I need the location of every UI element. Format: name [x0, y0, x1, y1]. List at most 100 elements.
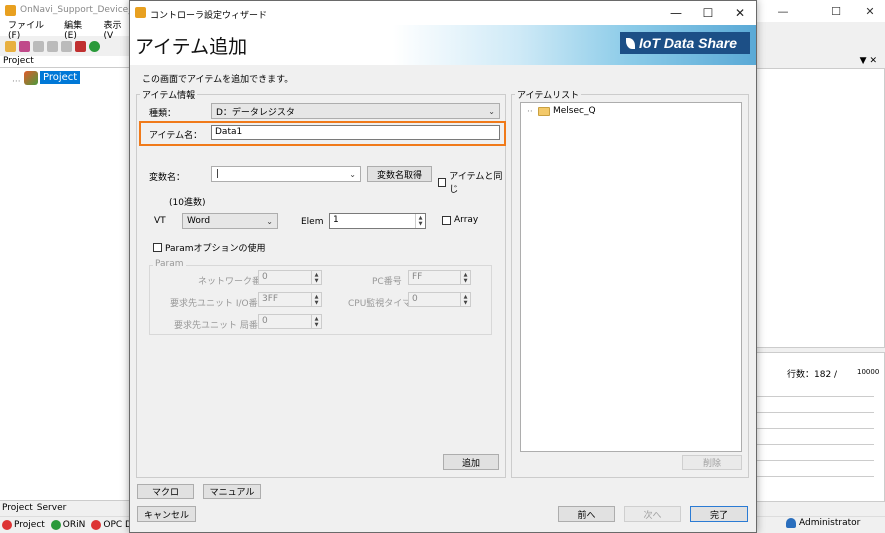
checkbox-box [153, 243, 162, 252]
user-indicator: Administrator [786, 518, 860, 528]
tab-project[interactable]: Project [2, 503, 33, 513]
leaf-icon [626, 37, 635, 49]
add-icon[interactable] [75, 40, 86, 52]
manual-button[interactable]: マニュアル [203, 484, 261, 499]
right-panel [756, 68, 885, 348]
req-unit-station-label: 要求先ユニット 局番号 [174, 321, 267, 331]
checkbox-box [442, 215, 451, 225]
same-as-item-checkbox[interactable]: アイテムと同じ [438, 169, 505, 195]
tab-server[interactable]: Server [37, 503, 67, 513]
dialog-title-bar: コントローラ設定ウィザード — ☐ ✕ [130, 1, 756, 25]
param-group: Param ネットワーク番号 0 ▲ ▼ PC番号 FF ▲ ▼ 要求先ユニット I/O… [149, 259, 492, 335]
pc-no-stepper[interactable]: FF ▲ ▼ [408, 270, 471, 285]
chevron-down-icon: ⌄ [349, 169, 356, 179]
vt-select[interactable]: Word ⌄ [182, 213, 278, 229]
group-label: アイテムリスト [515, 88, 582, 101]
grid-line [756, 412, 874, 413]
list-item[interactable]: Melsec_Q [553, 106, 596, 116]
tree-item-project[interactable]: Project [40, 71, 81, 84]
error-icon [2, 520, 12, 530]
cancel-button[interactable]: キャンセル [137, 506, 196, 522]
close-icon[interactable]: ✕ [855, 0, 885, 22]
param-group-label: Param [153, 259, 186, 269]
controller-settings-dialog: コントローラ設定ウィザード — ☐ ✕ アイテム追加 IoT Data Shar… [129, 0, 757, 533]
item-list[interactable]: ·· Melsec_Q [520, 102, 742, 452]
row-count-label: 行数：182 / [787, 370, 838, 380]
req-unit-station-stepper[interactable]: 0 ▲ ▼ [258, 314, 322, 329]
item-name-label: アイテム名： [149, 131, 203, 141]
finish-button[interactable]: 完了 [690, 506, 748, 522]
tree-connector: ··· [12, 77, 21, 87]
get-var-name-button[interactable]: 変数名取得 [367, 166, 432, 182]
next-button[interactable]: 次へ [624, 506, 681, 522]
elem-label: Elem [301, 217, 324, 227]
item-list-group: アイテムリスト ·· Melsec_Q 削除 [511, 88, 749, 478]
grid-line [756, 476, 874, 477]
ok-icon [50, 520, 61, 530]
brand-logo: IoT Data Share [620, 32, 750, 54]
minimize-icon[interactable]: — [661, 1, 691, 25]
type-label: 種類： [149, 109, 177, 119]
checkbox-box [438, 177, 447, 187]
type-select[interactable]: D：データレジスタ ⌄ [211, 103, 500, 119]
maximize-icon[interactable]: ☐ [821, 0, 851, 22]
var-name-combo[interactable]: | ⌄ [211, 166, 361, 182]
spin-arrows-icon[interactable]: ▲ ▼ [415, 214, 425, 228]
dialog-title: コントローラ設定ウィザード [150, 11, 268, 21]
app-toolbar [0, 37, 130, 55]
spin-arrows-icon: ▲ ▼ [311, 315, 321, 328]
minimize-icon[interactable]: — [768, 0, 798, 22]
run-icon[interactable] [89, 40, 100, 52]
grid-line [756, 396, 874, 397]
open-icon[interactable] [5, 40, 16, 52]
spin-arrows-icon: ▲ ▼ [460, 293, 470, 306]
grid-line [756, 444, 874, 445]
macro-button[interactable]: マクロ [137, 484, 194, 499]
app-icon [5, 5, 16, 16]
tree-connector: ·· [527, 107, 533, 117]
delete-button[interactable]: 削除 [682, 455, 742, 470]
delete-icon[interactable] [61, 40, 72, 52]
cpu-timer-label: CPU監視タイマ [348, 299, 412, 309]
copy-icon[interactable] [33, 40, 44, 52]
maximize-icon[interactable]: ☐ [693, 1, 723, 25]
folder-icon [538, 107, 550, 116]
project-panel-header: Project [0, 56, 130, 68]
project-tree: ··· Project [0, 68, 130, 500]
panel-tabs: Project Server [0, 500, 130, 514]
vt-label: VT [154, 216, 166, 226]
close-icon[interactable]: ✕ [725, 1, 755, 25]
add-button[interactable]: 追加 [443, 454, 499, 470]
cpu-timer-stepper[interactable]: 0 ▲ ▼ [408, 292, 471, 307]
chevron-down-icon: ⌄ [266, 216, 273, 226]
network-no-stepper[interactable]: 0 ▲ ▼ [258, 270, 322, 285]
project-icon [24, 71, 38, 85]
grid-line [756, 428, 874, 429]
status-project: Project [2, 520, 45, 530]
pin-icon[interactable]: ▼ ✕ [860, 56, 877, 66]
item-name-input[interactable]: Data1 [211, 125, 500, 140]
paste-icon[interactable] [47, 40, 58, 52]
info-text: この画面でアイテムを追加できます。 [142, 75, 294, 85]
right-panel-header: ▼ ✕ [756, 56, 885, 68]
save-icon[interactable] [19, 40, 30, 52]
error-icon [91, 520, 102, 530]
param-option-checkbox[interactable]: Paramオプションの使用 [153, 241, 266, 254]
elem-stepper[interactable]: 1 ▲ ▼ [329, 213, 426, 229]
right-grid: 行数：182 / 10000 [756, 352, 885, 502]
row-count-max: 10000 [857, 368, 880, 376]
group-label: アイテム情報 [140, 88, 198, 101]
item-info-group: アイテム情報 種類： D：データレジスタ ⌄ アイテム名： Data1 変数名： … [136, 88, 506, 478]
status-orin: ORiN [50, 520, 85, 530]
dialog-header: アイテム追加 IoT Data Share [130, 25, 756, 65]
prev-button[interactable]: 前へ [558, 506, 615, 522]
pc-no-label: PC番号 [372, 277, 402, 287]
chevron-down-icon: ⌄ [488, 106, 495, 116]
spin-arrows-icon: ▲ ▼ [311, 271, 321, 284]
var-name-label: 変数名： [149, 173, 186, 183]
req-unit-io-stepper[interactable]: 3FF ▲ ▼ [258, 292, 322, 307]
app-menu-bar: ファイル(F) 編集(E) 表示(V [0, 21, 130, 41]
spin-arrows-icon: ▲ ▼ [460, 271, 470, 284]
user-icon [786, 518, 796, 528]
array-checkbox[interactable]: Array [442, 215, 478, 225]
